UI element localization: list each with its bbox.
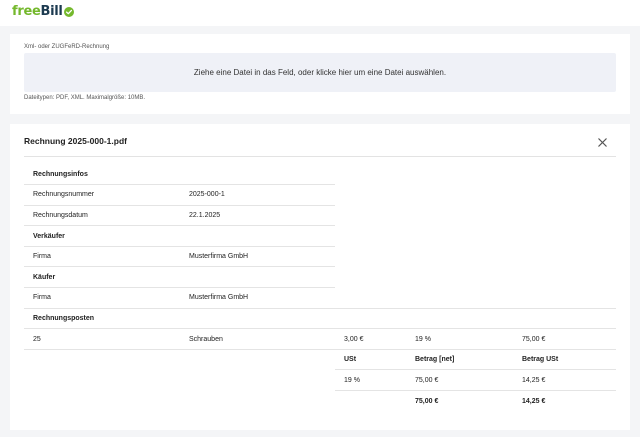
section-row-items: Rechnungsposten: [24, 308, 616, 330]
upload-card: Xml- oder ZUGFeRD-Rechnung Ziehe eine Da…: [10, 34, 630, 114]
title-divider: [24, 156, 616, 157]
invoice-date-label: Rechnungsdatum: [24, 205, 180, 227]
check-circle-icon: [63, 6, 74, 17]
logo-bill-text: Bill: [40, 4, 63, 19]
totals-header-tax-amount: Betrag USt: [513, 349, 616, 371]
item-description: Schrauben: [180, 328, 335, 350]
table-row: Firma Musterfirma GmbH: [24, 246, 616, 268]
sum-empty-cell: [335, 391, 406, 412]
invoice-card: Rechnung 2025-000-1.pdf Rechnungsinfos R…: [10, 124, 630, 430]
section-row-info: Rechnungsinfos: [24, 164, 616, 186]
section-row-buyer: Käufer: [24, 266, 616, 289]
item-price: 3,00 €: [335, 328, 406, 350]
section-row-seller: Verkäufer: [24, 225, 616, 247]
file-dropzone[interactable]: Ziehe eine Datei in das Feld, oder klick…: [24, 53, 616, 92]
totals-ust-rate: 19 %: [335, 369, 406, 392]
totals-sum-row: 75,00 € 14,25 €: [24, 391, 616, 412]
totals-header-row: USt Betrag [net] Betrag USt: [24, 349, 616, 371]
close-icon: [597, 137, 607, 147]
section-heading-buyer: Käufer: [24, 266, 335, 289]
table-row: Firma Musterfirma GmbH: [24, 287, 616, 309]
totals-header-net: Betrag [net]: [406, 349, 513, 371]
section-heading-items: Rechnungsposten: [24, 308, 616, 330]
totals-tax-amount: 14,25 €: [513, 369, 616, 392]
totals-net-amount: 75,00 €: [406, 369, 513, 392]
invoice-title: Rechnung 2025-000-1.pdf: [24, 136, 127, 146]
buyer-firm-label: Firma: [24, 287, 180, 309]
section-heading-seller: Verkäufer: [24, 225, 335, 247]
item-total: 75,00 €: [513, 328, 616, 350]
totals-row: 19 % 75,00 € 14,25 €: [24, 369, 616, 392]
invoice-number-value: 2025-000-1: [180, 184, 335, 206]
seller-firm-label: Firma: [24, 246, 180, 268]
upload-label: Xml- oder ZUGFeRD-Rechnung: [24, 44, 110, 50]
sum-tax-amount: 14,25 €: [522, 397, 546, 405]
section-heading-info: Rechnungsinfos: [24, 164, 335, 186]
invoice-date-value: 22.1.2025: [180, 205, 335, 227]
table-row: Rechnungsdatum 22.1.2025: [24, 205, 616, 227]
invoice-table: Rechnungsinfos Rechnungsnummer 2025-000-…: [24, 164, 616, 411]
freebill-logo[interactable]: free Bill: [12, 4, 74, 19]
item-quantity: 25: [24, 328, 180, 350]
upload-hint: Dateitypen: PDF, XML. Maximalgröße: 10MB…: [24, 95, 146, 101]
sum-net-amount: 75,00 €: [415, 397, 439, 405]
dropzone-text: Ziehe eine Datei in das Feld, oder klick…: [193, 68, 447, 77]
item-tax: 19 %: [406, 328, 513, 350]
app-header: free Bill: [0, 0, 640, 26]
close-button[interactable]: [595, 135, 609, 149]
invoice-number-label: Rechnungsnummer: [24, 184, 180, 206]
totals-header-ust: USt: [335, 349, 406, 371]
seller-firm-value: Musterfirma GmbH: [180, 246, 335, 268]
buyer-firm-value: Musterfirma GmbH: [180, 287, 335, 309]
table-row: Rechnungsnummer 2025-000-1: [24, 184, 616, 206]
logo-free-text: free: [12, 4, 41, 19]
line-item-row: 25 Schrauben 3,00 € 19 % 75,00 €: [24, 328, 616, 350]
